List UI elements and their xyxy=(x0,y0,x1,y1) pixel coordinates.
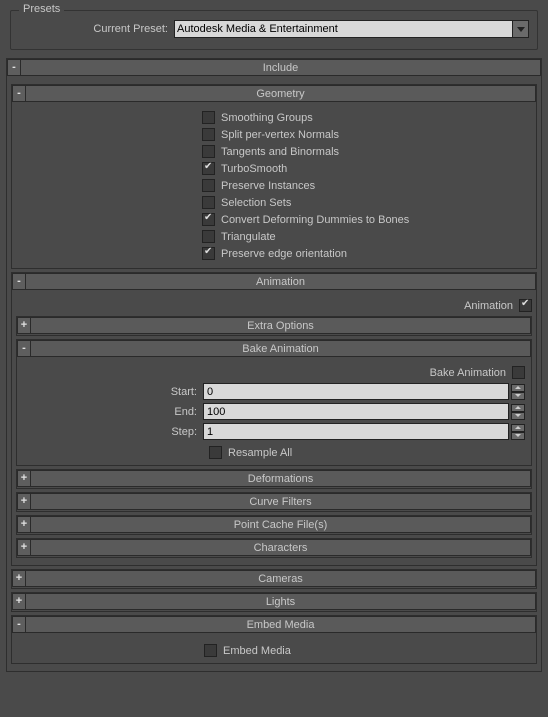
animation-toggle[interactable]: - xyxy=(12,273,26,290)
bake-check[interactable] xyxy=(512,366,525,379)
preserve-edge-check[interactable] xyxy=(202,247,215,260)
turbosmooth-label: TurboSmooth xyxy=(221,163,287,175)
triangulate-label: Triangulate xyxy=(221,231,276,243)
extra-options-toggle[interactable]: + xyxy=(17,317,31,334)
deformations-title[interactable]: Deformations xyxy=(31,470,531,487)
point-cache-group: + Point Cache File(s) xyxy=(16,515,532,535)
preserve-instances-check[interactable] xyxy=(202,179,215,192)
geometry-title[interactable]: Geometry xyxy=(26,85,536,102)
lights-group: + Lights xyxy=(11,592,537,612)
step-spin-up[interactable] xyxy=(511,424,525,432)
presets-fieldset: Presets Current Preset: Autodesk Media &… xyxy=(10,10,538,50)
tangents-binormals-label: Tangents and Binormals xyxy=(221,146,339,158)
point-cache-title[interactable]: Point Cache File(s) xyxy=(31,516,531,533)
selection-sets-label: Selection Sets xyxy=(221,197,291,209)
start-spin-up[interactable] xyxy=(511,384,525,392)
extra-options-group: + Extra Options xyxy=(16,316,532,336)
characters-title[interactable]: Characters xyxy=(31,539,531,556)
resample-all-label: Resample All xyxy=(228,447,292,459)
lights-title[interactable]: Lights xyxy=(26,593,536,610)
cameras-group: + Cameras xyxy=(11,569,537,589)
step-spin-down[interactable] xyxy=(511,432,525,440)
embed-media-toggle[interactable]: - xyxy=(12,616,26,633)
animation-title[interactable]: Animation xyxy=(26,273,536,290)
current-preset-label: Current Preset: xyxy=(19,23,174,35)
tangents-binormals-check[interactable] xyxy=(202,145,215,158)
end-spin-down[interactable] xyxy=(511,412,525,420)
current-preset-select[interactable]: Autodesk Media & Entertainment xyxy=(174,20,513,38)
embed-media-label: Embed Media xyxy=(223,645,291,657)
preserve-edge-label: Preserve edge orientation xyxy=(221,248,347,260)
smoothing-groups-label: Smoothing Groups xyxy=(221,112,313,124)
end-input[interactable] xyxy=(203,403,509,420)
bake-animation-title[interactable]: Bake Animation xyxy=(31,340,531,357)
characters-toggle[interactable]: + xyxy=(17,539,31,556)
deformations-group: + Deformations xyxy=(16,469,532,489)
animation-group: - Animation Animation + Extra Options xyxy=(11,272,537,566)
turbosmooth-check[interactable] xyxy=(202,162,215,175)
convert-deforming-label: Convert Deforming Dummies to Bones xyxy=(221,214,409,226)
cameras-toggle[interactable]: + xyxy=(12,570,26,587)
presets-legend: Presets xyxy=(19,3,64,15)
curve-filters-title[interactable]: Curve Filters xyxy=(31,493,531,510)
step-label: Step: xyxy=(23,426,203,438)
characters-group: + Characters xyxy=(16,538,532,558)
selection-sets-check[interactable] xyxy=(202,196,215,209)
end-label: End: xyxy=(23,406,203,418)
resample-all-check[interactable] xyxy=(209,446,222,459)
curve-filters-group: + Curve Filters xyxy=(16,492,532,512)
extra-options-title[interactable]: Extra Options xyxy=(31,317,531,334)
step-input[interactable] xyxy=(203,423,509,440)
include-title[interactable]: Include xyxy=(21,59,541,76)
deformations-toggle[interactable]: + xyxy=(17,470,31,487)
end-spin-up[interactable] xyxy=(511,404,525,412)
smoothing-groups-check[interactable] xyxy=(202,111,215,124)
bake-check-label: Bake Animation xyxy=(326,367,506,379)
include-group: - Include - Geometry Smoothing Groups Sp… xyxy=(6,58,542,672)
bake-animation-group: - Bake Animation Bake Animation Start: xyxy=(16,339,532,466)
start-input[interactable] xyxy=(203,383,509,400)
start-spin-down[interactable] xyxy=(511,392,525,400)
embed-media-group: - Embed Media Embed Media xyxy=(11,615,537,664)
embed-media-title[interactable]: Embed Media xyxy=(26,616,536,633)
curve-filters-toggle[interactable]: + xyxy=(17,493,31,510)
embed-media-check[interactable] xyxy=(204,644,217,657)
include-toggle[interactable]: - xyxy=(7,59,21,76)
geometry-toggle[interactable]: - xyxy=(12,85,26,102)
start-label: Start: xyxy=(23,386,203,398)
animation-check[interactable] xyxy=(519,299,532,312)
lights-toggle[interactable]: + xyxy=(12,593,26,610)
preserve-instances-label: Preserve Instances xyxy=(221,180,315,192)
cameras-title[interactable]: Cameras xyxy=(26,570,536,587)
geometry-group: - Geometry Smoothing Groups Split per-ve… xyxy=(11,84,537,269)
animation-check-label: Animation xyxy=(333,300,513,312)
split-pervertex-label: Split per-vertex Normals xyxy=(221,129,339,141)
dropdown-arrow-icon[interactable] xyxy=(513,20,529,38)
point-cache-toggle[interactable]: + xyxy=(17,516,31,533)
split-pervertex-check[interactable] xyxy=(202,128,215,141)
bake-animation-toggle[interactable]: - xyxy=(17,340,31,357)
convert-deforming-check[interactable] xyxy=(202,213,215,226)
triangulate-check[interactable] xyxy=(202,230,215,243)
